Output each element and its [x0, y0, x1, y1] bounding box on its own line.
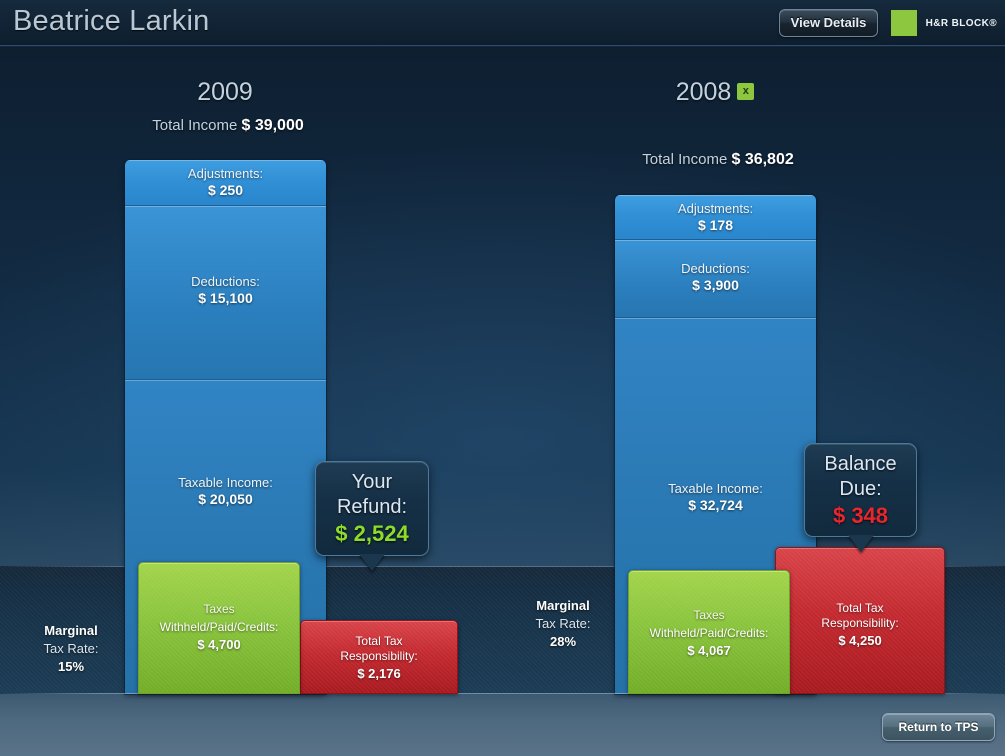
app-header: Beatrice Larkin View Details H&R BLOCK® — [0, 0, 1005, 47]
adjustments-label-2008: Adjustments: — [677, 201, 754, 216]
close-column-icon-2008[interactable]: x — [737, 83, 755, 100]
refund-value-2009: $ 2,524 — [335, 521, 409, 546]
year-label-2008: 2008 — [675, 78, 732, 106]
taxes-subtitle-2009: Withheld/Paid/Credits: — [159, 620, 279, 634]
refund-label1-2009: Your — [351, 471, 393, 493]
adjustments-label-2009: Adjustments: — [187, 166, 264, 181]
year-label-2009: 2009 — [197, 78, 253, 106]
taxes-withheld-bar-2008[interactable]: Taxes Withheld/Paid/Credits: $ 4,067 — [628, 570, 790, 694]
refund-label2-2009: Refund: — [336, 496, 408, 518]
total-tax-value-2008: $ 4,250 — [838, 633, 882, 648]
segment-adjustments-2009[interactable]: Adjustments: $ 250 — [125, 160, 326, 206]
total-tax-label2-2009: Responsibility: — [340, 649, 418, 663]
balance-due-value-2008: $ 348 — [832, 503, 889, 528]
taxes-title-2009: Taxes — [203, 602, 235, 616]
page-title: Beatrice Larkin — [13, 5, 210, 37]
marginal-label2-2009: Tax Rate: — [43, 641, 99, 656]
balance-due-callout-2008[interactable]: Balance Due: $ 348 — [804, 443, 917, 552]
total-tax-label2-2008: Responsibility: — [821, 616, 899, 630]
segment-adjustments-2008[interactable]: Adjustments: $ 178 — [615, 195, 816, 240]
floor-area — [0, 694, 1005, 756]
segment-highlight — [615, 318, 816, 319]
total-tax-label1-2009: Total Tax — [355, 634, 403, 648]
logo-square-icon — [890, 10, 917, 36]
deductions-value-2009: $ 15,100 — [198, 290, 253, 306]
taxable-income-label-2009: Taxable Income: — [178, 475, 273, 490]
hr-block-logo: H&R BLOCK® — [890, 10, 997, 36]
adjustments-value-2009: $ 250 — [207, 182, 244, 198]
deductions-label-2008: Deductions: — [681, 261, 750, 276]
total-income-label-2008: Total Income — [642, 151, 728, 168]
total-tax-label1-2008: Total Tax — [836, 601, 884, 615]
segment-deductions-2008[interactable]: Deductions: $ 3,900 — [615, 240, 816, 318]
total-income-value-2008: $ 36,802 — [731, 151, 794, 168]
total-income-block-2009: Total Income $ 39,000 — [125, 117, 331, 135]
logo-text: H&R BLOCK® — [925, 17, 997, 29]
callout-tail-icon — [359, 554, 385, 571]
segment-highlight — [125, 206, 326, 207]
total-income-block-2008: Total Income $ 36,802 — [615, 151, 821, 169]
taxable-income-label-2008: Taxable Income: — [668, 481, 763, 496]
balance-due-label2-2008: Due: — [839, 478, 882, 500]
balance-due-label1-2008: Balance — [824, 453, 897, 475]
deductions-value-2008: $ 3,900 — [692, 277, 739, 293]
marginal-rate-value-2009: 15% — [57, 659, 85, 674]
marginal-rate-2009: Marginal Tax Rate: 15% — [16, 622, 126, 676]
marginal-label2-2008: Tax Rate: — [535, 616, 591, 631]
segment-deductions-2009[interactable]: Deductions: $ 15,100 — [125, 206, 326, 380]
total-income-label-2009: Total Income — [152, 117, 238, 134]
tax-comparison-app: Beatrice Larkin View Details H&R BLOCK® … — [0, 0, 1005, 756]
segment-highlight — [615, 195, 816, 196]
adjustments-value-2008: $ 178 — [697, 217, 734, 233]
segment-highlight — [615, 240, 816, 241]
segment-highlight — [125, 160, 326, 161]
taxes-title-2008: Taxes — [693, 608, 725, 622]
view-details-button[interactable]: View Details — [779, 9, 878, 37]
segment-highlight — [125, 380, 326, 381]
total-income-value-2009: $ 39,000 — [241, 117, 304, 134]
total-tax-bar-2009[interactable]: Total Tax Responsibility: $ 2,176 — [300, 620, 458, 694]
return-to-tps-button[interactable]: Return to TPS — [882, 713, 995, 741]
taxable-income-value-2009: $ 20,050 — [198, 491, 253, 507]
taxes-subtitle-2008: Withheld/Paid/Credits: — [649, 626, 769, 640]
total-tax-bar-2008[interactable]: Total Tax Responsibility: $ 4,250 — [775, 547, 945, 694]
taxes-withheld-value-2008: $ 4,067 — [687, 643, 731, 658]
deductions-label-2009: Deductions: — [191, 274, 260, 289]
refund-callout-2009[interactable]: Your Refund: $ 2,524 — [315, 461, 429, 571]
taxable-income-value-2008: $ 32,724 — [688, 497, 743, 513]
marginal-label1-2008: Marginal — [536, 598, 590, 613]
marginal-label1-2009: Marginal — [44, 623, 98, 638]
callout-tail-icon — [847, 535, 874, 552]
total-tax-value-2009: $ 2,176 — [357, 666, 401, 681]
column-year-2009: 2009 — [125, 78, 325, 107]
taxes-withheld-value-2009: $ 4,700 — [197, 637, 241, 652]
marginal-rate-2008: Marginal Tax Rate: 28% — [508, 597, 618, 651]
taxes-withheld-bar-2009[interactable]: Taxes Withheld/Paid/Credits: $ 4,700 — [138, 562, 300, 694]
column-year-2008: 2008 x — [615, 78, 815, 107]
marginal-rate-value-2008: 28% — [549, 634, 577, 649]
